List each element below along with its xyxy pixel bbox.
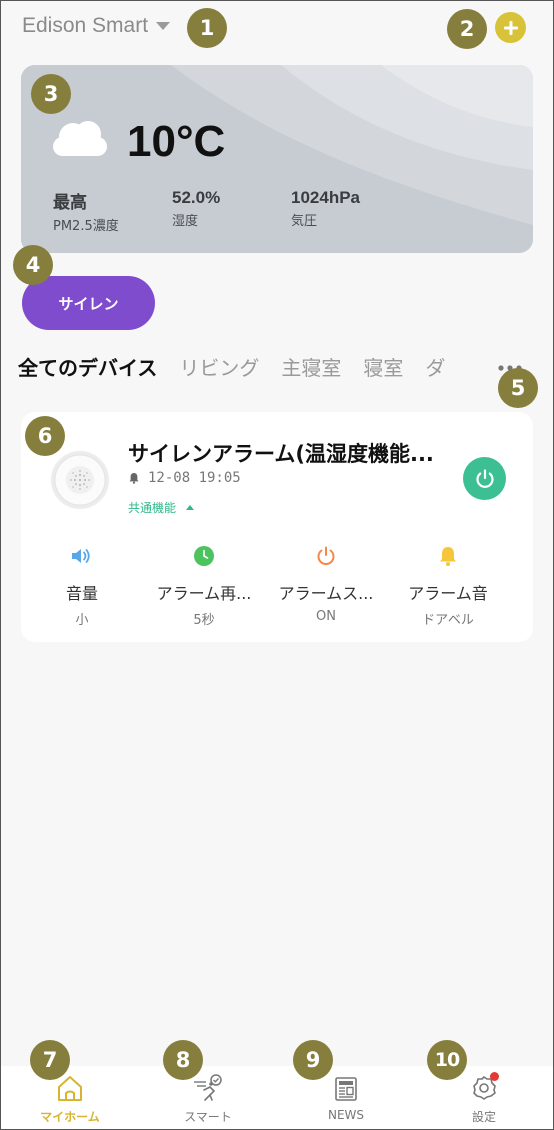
callout-marker: 4 [13,245,53,285]
plus-icon [503,20,518,35]
tab-living[interactable]: リビング [179,352,259,381]
humidity-value: 52.0% [172,188,221,207]
callout-marker: 9 [293,1040,333,1080]
function-value: 小 [75,613,89,628]
function-value: ドアベル [422,613,474,628]
home-icon [58,1076,82,1101]
scene-button-siren[interactable]: サイレン [22,276,155,330]
news-icon [335,1077,357,1101]
cloud-icon [53,121,107,156]
home-name: Edison Smart [22,14,149,37]
pm25-value: 最高 [53,193,87,212]
notification-dot [490,1072,499,1081]
function-value: ON [316,609,336,624]
nav-smart[interactable]: スマート [153,1072,263,1125]
home-selector[interactable]: Edison Smart [22,14,171,38]
pressure-stat: 1024hPa 気圧 [291,188,360,229]
common-functions-label: 共通機能 [128,501,177,515]
chevron-up-icon [186,505,195,510]
add-button[interactable] [495,12,526,43]
callout-marker: 5 [498,368,538,408]
callout-marker: 6 [25,416,65,456]
humidity-label: 湿度 [172,214,199,229]
clock-icon [194,546,214,566]
bell-icon [440,547,456,566]
bell-icon [129,473,139,484]
humidity-stat: 52.0% 湿度 [172,188,220,229]
function-title: アラーム再... [156,584,252,603]
nav-label: マイホーム [40,1110,100,1124]
function-title: 音量 [65,584,98,603]
alarm-time: 12-08 19:05 [148,470,241,486]
callout-marker: 7 [30,1040,70,1080]
tabs-fade [455,352,495,382]
function-alarm-sound[interactable]: アラーム音 ドアベル [387,545,509,628]
function-title: アラーム音 [408,584,488,603]
device-alarm-status: 12-08 19:05 [128,470,241,486]
function-volume[interactable]: 音量 小 [21,545,143,628]
nav-my-home[interactable]: マイホーム [15,1072,125,1125]
nav-label: 設定 [471,1110,496,1124]
function-alarm-replay[interactable]: アラーム再... 5秒 [143,545,265,628]
function-title: アラームス... [278,584,374,603]
pm25-label: PM2.5濃度 [53,219,119,234]
power-icon [475,468,494,488]
tab-master-bedroom[interactable]: 主寝室 [281,352,341,381]
smart-scene-icon [194,1074,222,1101]
room-tabs: 全てのデバイス リビング 主寝室 寝室ダ [18,352,488,382]
bottom-nav: マイホーム スマート NEWS 設定 [0,1066,554,1130]
temperature: 10°C [127,117,226,166]
weather-card: 10°C 最高 PM2.5濃度 52.0% 湿度 1024hPa 気圧 [21,65,533,253]
chevron-down-icon [156,22,171,30]
tab-partial[interactable]: ダ [425,352,445,381]
device-name: サイレンアラーム(温湿度機能... [128,442,434,466]
tab-bedroom[interactable]: 寝室 [363,352,403,381]
callout-marker: 8 [163,1040,203,1080]
pressure-value: 1024hPa [291,188,360,207]
callout-marker: 3 [31,74,71,114]
power-icon [317,546,335,565]
nav-label: スマート [184,1110,232,1124]
function-alarm-switch[interactable]: アラームス... ON [265,545,387,624]
callout-marker: 10 [427,1040,467,1080]
pressure-label: 気圧 [291,214,318,229]
common-functions-toggle[interactable]: 共通機能 [128,499,195,516]
tab-all-devices[interactable]: 全てのデバイス [18,352,157,381]
pm25-stat: 最高 PM2.5濃度 [53,188,119,234]
nav-news[interactable]: NEWS [291,1072,401,1122]
callout-marker: 1 [187,8,227,48]
callout-marker: 2 [447,9,487,49]
speaker-icon [72,549,90,563]
device-power-button[interactable] [463,457,506,500]
siren-device-image [51,451,109,509]
device-card[interactable]: サイレンアラーム(温湿度機能... 12-08 19:05 共通機能 音量 小 [21,412,533,642]
nav-label: NEWS [327,1108,365,1122]
function-value: 5秒 [193,613,215,628]
